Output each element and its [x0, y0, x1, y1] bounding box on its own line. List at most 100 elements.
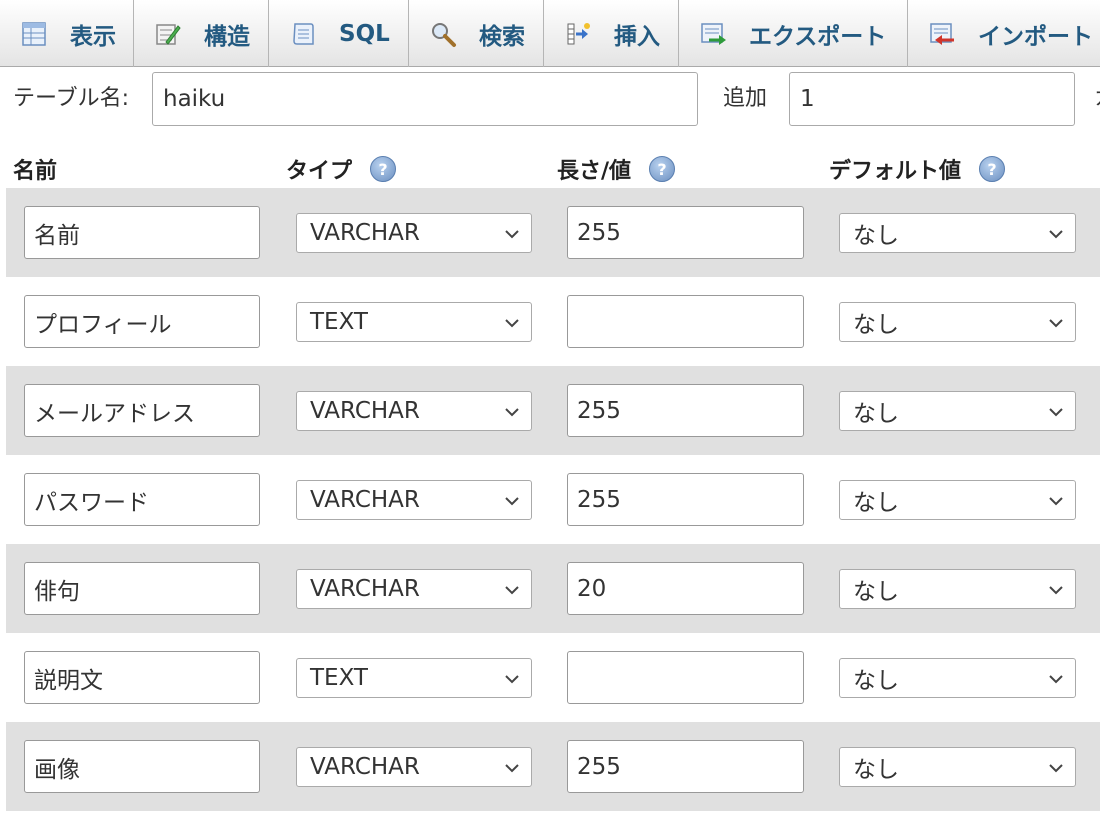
field-default-select[interactable]: なし	[839, 213, 1076, 253]
field-default-value: なし	[853, 223, 899, 249]
field-row: 名前 VARCHAR 255 なし	[6, 188, 1100, 277]
add-columns-count-input[interactable]	[789, 72, 1075, 126]
tab-export-label: エクスポート	[749, 23, 887, 50]
chevron-down-icon	[1047, 581, 1065, 599]
column-header-name: 名前	[13, 154, 57, 184]
column-header-type: タイプ ?	[286, 154, 397, 184]
field-default-value: なし	[853, 312, 899, 338]
add-columns-label: 追加	[723, 86, 768, 111]
field-name-input[interactable]: メールアドレス	[24, 384, 260, 437]
column-header-default: デフォルト値 ?	[829, 154, 1006, 184]
chevron-down-icon	[503, 403, 521, 421]
field-type-value: VARCHAR	[310, 220, 420, 246]
chevron-down-icon	[1047, 225, 1065, 243]
tab-browse[interactable]: 表示	[0, 0, 134, 67]
field-row: メールアドレス VARCHAR 255 なし	[6, 366, 1100, 455]
field-length-input[interactable]: 255	[567, 473, 804, 526]
tab-search[interactable]: 検索	[409, 0, 544, 67]
field-type-value: TEXT	[310, 665, 368, 691]
insert-row-icon	[564, 20, 592, 48]
chevron-down-icon	[503, 581, 521, 599]
field-type-select[interactable]: TEXT	[296, 302, 532, 342]
export-icon	[699, 20, 727, 48]
field-length-input[interactable]	[567, 295, 804, 348]
field-name-input[interactable]: 画像	[24, 740, 260, 793]
field-name-input[interactable]: 説明文	[24, 651, 260, 704]
field-type-value: TEXT	[310, 309, 368, 335]
field-type-select[interactable]: VARCHAR	[296, 747, 532, 787]
field-length-input[interactable]: 20	[567, 562, 804, 615]
browse-table-icon	[20, 20, 48, 48]
field-type-select[interactable]: VARCHAR	[296, 569, 532, 609]
field-default-value: なし	[853, 579, 899, 605]
add-columns-unit-label: カ	[1094, 84, 1100, 114]
tab-structure-label: 構造	[204, 23, 250, 50]
field-default-select[interactable]: なし	[839, 480, 1076, 520]
field-default-select[interactable]: なし	[839, 747, 1076, 787]
field-default-select[interactable]: なし	[839, 658, 1076, 698]
tab-sql[interactable]: SQL	[269, 0, 409, 67]
field-default-select[interactable]: なし	[839, 569, 1076, 609]
field-default-value: なし	[853, 401, 899, 427]
field-row: プロフィール TEXT なし	[6, 277, 1100, 366]
chevron-down-icon	[503, 314, 521, 332]
help-icon[interactable]: ?	[370, 156, 397, 182]
column-header-length: 長さ/値 ?	[557, 154, 676, 184]
column-header-name-label: 名前	[13, 159, 58, 184]
chevron-down-icon	[1047, 403, 1065, 421]
tab-insert-label: 挿入	[614, 23, 660, 50]
field-default-select[interactable]: なし	[839, 302, 1076, 342]
field-type-value: VARCHAR	[310, 576, 420, 602]
table-name-label: テーブル名:	[13, 86, 130, 111]
field-name-input[interactable]: 俳句	[24, 562, 260, 615]
field-length-input[interactable]: 255	[567, 384, 804, 437]
table-tab-bar: 表示 構造 SQL 検索 挿入 エクスポート インポート	[0, 0, 1100, 67]
field-default-value: なし	[853, 757, 899, 783]
help-icon[interactable]: ?	[649, 156, 676, 182]
tab-insert[interactable]: 挿入	[544, 0, 679, 67]
help-icon[interactable]: ?	[979, 156, 1006, 182]
field-type-value: VARCHAR	[310, 487, 420, 513]
tab-export[interactable]: エクスポート	[679, 0, 908, 67]
tab-search-label: 検索	[479, 23, 525, 50]
field-type-value: VARCHAR	[310, 398, 420, 424]
field-length-input[interactable]: 255	[567, 740, 804, 793]
field-type-select[interactable]: VARCHAR	[296, 213, 532, 253]
field-row: 画像 VARCHAR 255 なし	[6, 722, 1100, 811]
structure-icon	[154, 20, 182, 48]
field-row: 説明文 TEXT なし	[6, 633, 1100, 722]
tab-import-label: インポート	[978, 23, 1093, 50]
magnifier-icon	[429, 20, 457, 48]
chevron-down-icon	[503, 670, 521, 688]
field-type-select[interactable]: TEXT	[296, 658, 532, 698]
chevron-down-icon	[503, 759, 521, 777]
field-default-value: なし	[853, 490, 899, 516]
create-table-page: 表示 構造 SQL 検索 挿入 エクスポート インポート テーブル名: haik…	[0, 0, 1100, 814]
tab-structure[interactable]: 構造	[134, 0, 269, 67]
chevron-down-icon	[1047, 314, 1065, 332]
tab-sql-label: SQL	[339, 20, 390, 47]
field-type-select[interactable]: VARCHAR	[296, 391, 532, 431]
tab-import[interactable]: インポート	[908, 0, 1100, 67]
field-name-input[interactable]: 名前	[24, 206, 260, 259]
field-length-input[interactable]	[567, 651, 804, 704]
chevron-down-icon	[1047, 492, 1065, 510]
chevron-down-icon	[1047, 759, 1065, 777]
sql-document-icon	[289, 20, 317, 48]
field-default-value: なし	[853, 668, 899, 694]
table-name-input[interactable]	[152, 72, 698, 126]
chevron-down-icon	[503, 225, 521, 243]
field-default-select[interactable]: なし	[839, 391, 1076, 431]
tab-browse-label: 表示	[70, 23, 116, 50]
chevron-down-icon	[1047, 670, 1065, 688]
column-header-default-label: デフォルト値	[829, 159, 962, 184]
column-header-length-label: 長さ/値	[557, 159, 632, 184]
import-icon	[928, 20, 956, 48]
field-row: 俳句 VARCHAR 20 なし	[6, 544, 1100, 633]
field-name-input[interactable]: プロフィール	[24, 295, 260, 348]
field-length-input[interactable]: 255	[567, 206, 804, 259]
field-type-select[interactable]: VARCHAR	[296, 480, 532, 520]
chevron-down-icon	[503, 492, 521, 510]
field-type-value: VARCHAR	[310, 754, 420, 780]
field-name-input[interactable]: パスワード	[24, 473, 260, 526]
